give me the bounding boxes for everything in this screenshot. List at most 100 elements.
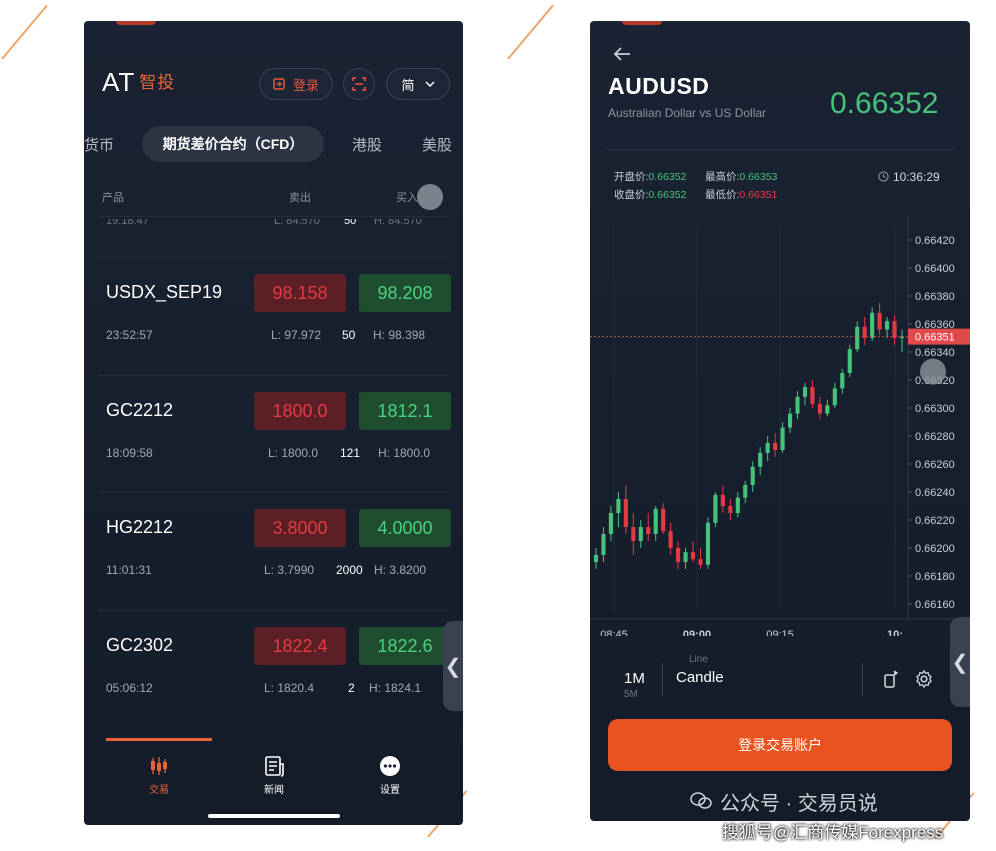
tab-us-stocks[interactable]: 美股 xyxy=(422,134,452,155)
candlestick-icon xyxy=(151,757,167,775)
side-drawer-handle[interactable]: ❮ xyxy=(443,621,463,711)
y-tick-label: 0.66400 xyxy=(915,263,955,275)
buy-price-button[interactable]: 1812.1 xyxy=(359,392,451,430)
gear-icon[interactable] xyxy=(914,669,934,689)
candle-body xyxy=(817,403,822,414)
side-drawer-handle[interactable]: ❮ xyxy=(950,617,970,707)
candle-body xyxy=(885,321,890,330)
sell-price-button[interactable]: 1800.0 xyxy=(254,392,346,430)
candle-body xyxy=(787,413,793,428)
nav-trade[interactable]: 交易 xyxy=(129,755,189,796)
y-tick-label: 0.66240 xyxy=(915,487,955,499)
tab-currency[interactable]: 货币 xyxy=(84,134,114,155)
row-symbol: HG2212 xyxy=(106,517,174,537)
row-spread: 50 xyxy=(342,328,356,342)
candle-body xyxy=(840,373,845,389)
candle-body xyxy=(795,396,800,414)
candle-body xyxy=(810,387,815,404)
nav-label: 新闻 xyxy=(264,785,284,796)
buy-price-button[interactable]: 4.0000 xyxy=(359,509,451,547)
row-spread: 2 xyxy=(348,681,355,695)
candlestick-chart[interactable]: 0.664200.664000.663800.663600.663400.663… xyxy=(590,216,970,636)
candle-body xyxy=(608,513,613,534)
x-tick-label: 10: xyxy=(887,629,903,636)
table-row[interactable]: GC2302 05:06:12 1822.4 1822.6 L: 1820.4 … xyxy=(84,615,463,732)
table-row[interactable]: GC2212 18:09:58 1800.0 1812.1 L: 1800.0 … xyxy=(84,380,463,497)
current-price: 0.66352 xyxy=(830,87,939,120)
candle-body xyxy=(705,522,711,565)
buy-price-button[interactable]: 1822.6 xyxy=(359,627,451,665)
row-low: L: 97.972 xyxy=(271,328,322,342)
buy-price-button[interactable]: 98.208 xyxy=(359,274,451,312)
row-spread: 50 xyxy=(344,219,357,227)
y-tick-label: 0.66380 xyxy=(915,291,955,303)
tab-futures-cfd[interactable]: 期货差价合约（CFD） xyxy=(142,126,324,162)
scan-button[interactable] xyxy=(343,68,375,100)
row-symbol: USDX_SEP19 xyxy=(106,282,223,302)
sell-price-button[interactable]: 98.158 xyxy=(254,274,346,312)
row-symbol: GC2302 xyxy=(106,635,174,655)
table-row-partial[interactable]: 19:18:47 L: 84.570 50 H: 84.570 xyxy=(84,219,463,233)
chart-type-selector[interactable]: Candle xyxy=(676,669,724,686)
row-time: 23:52:57 xyxy=(106,328,153,342)
table-row[interactable]: USDX_SEP19 23:52:57 98.158 98.208 L: 97.… xyxy=(84,262,463,379)
more-icon xyxy=(380,756,400,776)
candle-body xyxy=(802,387,808,397)
divider xyxy=(98,216,448,217)
quote-list-screen: AT 智投 登录 简 货币 期货差价合约（CFD） 港股 美股 产品 卖出 买入 … xyxy=(84,21,463,825)
candle-body xyxy=(601,534,606,555)
close-price: 收盘价:0.66352 xyxy=(614,189,687,201)
y-tick-label: 0.66180 xyxy=(915,571,955,583)
timeframe-selector[interactable]: 1M xyxy=(624,670,645,687)
table-row[interactable]: HG2212 11:01:31 3.8000 4.0000 L: 3.7990 … xyxy=(84,497,463,614)
row-high: H: 98.398 xyxy=(373,328,426,342)
status-indicator xyxy=(622,21,662,25)
candle-body xyxy=(892,321,897,338)
candle-body xyxy=(720,494,725,506)
symbol-subtitle: Australian Dollar vs US Dollar xyxy=(608,106,767,120)
rotate-screen-icon[interactable] xyxy=(881,669,901,689)
nav-label: 设置 xyxy=(380,785,400,796)
nav-news[interactable]: 新闻 xyxy=(244,755,304,796)
candle-body xyxy=(773,443,778,450)
category-tabs: 货币 期货差价合约（CFD） 港股 美股 xyxy=(84,126,463,166)
scan-icon xyxy=(352,77,366,91)
language-selector[interactable]: 简 xyxy=(386,68,450,100)
row-high: H: 84.570 xyxy=(374,219,422,227)
wechat-icon xyxy=(690,792,712,809)
candle-body xyxy=(750,466,755,485)
chart-type-next: Line xyxy=(689,654,708,665)
floating-touch-button xyxy=(920,358,946,385)
login-icon xyxy=(273,78,285,90)
back-button[interactable] xyxy=(612,45,632,68)
row-low: L: 84.570 xyxy=(274,219,320,227)
row-spread: 121 xyxy=(340,446,361,460)
candle-body xyxy=(743,485,748,498)
column-buy: 买入 xyxy=(396,192,418,204)
floating-touch-button[interactable] xyxy=(417,184,443,210)
nav-settings[interactable]: 设置 xyxy=(360,755,420,796)
row-low: L: 1820.4 xyxy=(264,681,315,695)
column-sell: 卖出 xyxy=(289,192,311,204)
candle-body xyxy=(825,405,830,414)
row-high: H: 1800.0 xyxy=(378,446,431,460)
back-arrow-icon xyxy=(613,47,630,61)
sell-price-button[interactable]: 1822.4 xyxy=(254,627,346,665)
divider xyxy=(98,375,448,376)
row-low: L: 1800.0 xyxy=(268,446,319,460)
y-tick-label: 0.66220 xyxy=(915,515,955,527)
sell-price-button[interactable]: 3.8000 xyxy=(254,509,346,547)
chevron-down-icon xyxy=(424,81,435,88)
login-button[interactable]: 登录 xyxy=(259,68,333,100)
candle-body xyxy=(780,427,785,450)
login-trading-account-button[interactable]: 登录交易账户 xyxy=(608,719,952,771)
candle-body xyxy=(638,527,643,541)
y-tick-label: 0.66280 xyxy=(915,431,955,443)
candle-body xyxy=(676,548,681,562)
candle-body xyxy=(832,388,837,406)
tab-hk-stocks[interactable]: 港股 xyxy=(352,134,382,155)
y-tick-label: 0.66160 xyxy=(915,599,955,611)
nav-label: 交易 xyxy=(149,785,169,796)
candle-body xyxy=(631,527,636,541)
candle-body xyxy=(765,443,770,453)
